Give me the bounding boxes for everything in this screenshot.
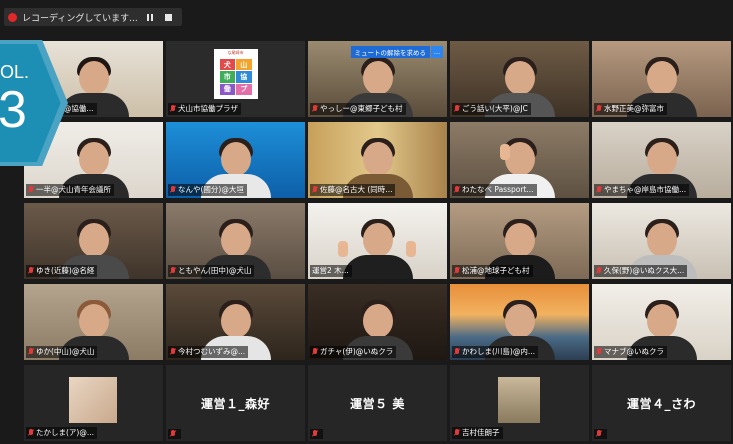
muted-mic-icon	[312, 186, 318, 194]
video-tile[interactable]: ミュートの解除を求める … やっしー@東郷子ども村	[308, 41, 447, 117]
profile-picture	[69, 377, 117, 423]
gallery-grid: とゃ(齋藤)@協働... な尾崎市 犬 山 市 協 働 プ 犬山市協働プラザ ミ…	[24, 41, 733, 444]
more-options-icon[interactable]: …	[431, 46, 443, 58]
video-tile[interactable]: 運営４_さわ	[592, 365, 731, 441]
participant-name-tag: 一半@犬山青年会議所	[26, 184, 114, 196]
profile-picture	[498, 377, 540, 423]
video-tile[interactable]: 松浦@地球子ども村	[450, 203, 589, 279]
video-tile[interactable]: ゆか(中山)@犬山	[24, 284, 163, 360]
video-tile[interactable]: かわしま(川島)@内...	[450, 284, 589, 360]
video-tile[interactable]: やまちゃ@岸島市協働...	[592, 122, 731, 198]
participant-name-placeholder: 運営５ 美	[350, 396, 405, 411]
stop-recording-button[interactable]	[162, 10, 176, 24]
participant-name-tag: ゆか(中山)@犬山	[26, 346, 98, 358]
video-tile[interactable]: マナブ@いぬクラ	[592, 284, 731, 360]
muted-mic-icon	[454, 267, 460, 275]
participant-name-tag: 佐藤@名古大 (同時...	[310, 184, 396, 196]
muted-mic-icon	[312, 430, 318, 438]
recording-dot-icon	[8, 12, 17, 22]
video-tile[interactable]: ごう話い(大平)@JC	[450, 41, 589, 117]
video-tile[interactable]: 運営１_森好	[166, 365, 305, 441]
participant-name-tag: 犬山市協働プラザ	[168, 103, 241, 115]
unmute-request-button[interactable]: ミュートの解除を求める …	[350, 46, 443, 58]
participant-name-tag: マナブ@いぬクラ	[594, 346, 667, 358]
muted-mic-icon	[170, 267, 176, 275]
muted-mic-icon	[312, 348, 318, 356]
video-tile[interactable]: たかしま(ア)@...	[24, 365, 163, 441]
participant-name-tag: ガチャ(伊)@いぬクラ	[310, 346, 397, 358]
participant-name-tag: 吉村佳朗子	[452, 427, 503, 439]
muted-mic-icon	[454, 348, 460, 356]
meeting-top-bar: レコーディングしています...	[0, 0, 733, 37]
participant-name-placeholder: 運営１_森好	[200, 396, 270, 411]
video-tile[interactable]: 運営５ 美	[308, 365, 447, 441]
muted-mic-icon	[454, 105, 460, 113]
muted-mic-icon	[28, 429, 34, 437]
participant-name-tag	[168, 429, 181, 439]
video-tile[interactable]: 今村つむいずみ@...	[166, 284, 305, 360]
participant-name-tag: やっしー@東郷子ども村	[310, 103, 406, 115]
video-tile[interactable]: なんや(國分)@大垣	[166, 122, 305, 198]
muted-mic-icon	[170, 105, 176, 113]
participant-name-tag: なんや(國分)@大垣	[168, 184, 247, 196]
muted-mic-icon	[596, 186, 602, 194]
recording-indicator: レコーディングしています...	[4, 8, 182, 26]
muted-mic-icon	[596, 348, 602, 356]
participant-name-tag: 運営2 木...	[310, 265, 352, 277]
stop-icon	[165, 13, 173, 21]
participant-name-tag: 今村つむいずみ@...	[168, 346, 249, 358]
video-tile[interactable]: な尾崎市 犬 山 市 協 働 プ 犬山市協働プラザ	[166, 41, 305, 117]
muted-mic-icon	[28, 267, 34, 275]
pause-recording-button[interactable]	[143, 10, 157, 24]
participant-name-tag: 久保(野)@いぬクス大...	[594, 265, 688, 277]
muted-mic-icon	[454, 429, 460, 437]
pause-icon	[146, 13, 153, 21]
participant-name-tag: たかしま(ア)@...	[26, 427, 98, 439]
participant-name-tag: ゆき(近藤)@名経	[26, 265, 98, 277]
muted-mic-icon	[454, 186, 460, 194]
muted-mic-icon	[170, 348, 176, 356]
participant-name-tag	[594, 429, 607, 439]
plaza-logo: な尾崎市 犬 山 市 協 働 プ	[213, 49, 258, 99]
muted-mic-icon	[596, 430, 602, 438]
video-tile[interactable]: 水野正美@弥富市	[592, 41, 731, 117]
participant-name-tag: わたなべ Passport...	[452, 184, 537, 196]
muted-mic-icon	[312, 105, 318, 113]
participant-name-placeholder: 運営４_さわ	[626, 396, 696, 411]
participant-name-tag: やまちゃ@岸島市協働...	[594, 184, 690, 196]
participant-name-tag: かわしま(川島)@内...	[452, 346, 539, 358]
muted-mic-icon	[596, 267, 602, 275]
video-tile[interactable]: ゆき(近藤)@名経	[24, 203, 163, 279]
participant-name-tag: 松浦@地球子ども村	[452, 265, 533, 277]
participant-name-tag: ともやん(田中)@犬山	[168, 265, 255, 277]
muted-mic-icon	[596, 105, 602, 113]
participant-name-tag: 水野正美@弥富市	[594, 103, 667, 115]
video-tile[interactable]: わたなべ Passport...	[450, 122, 589, 198]
video-tile[interactable]: 佐藤@名古大 (同時...	[308, 122, 447, 198]
muted-mic-icon	[170, 186, 176, 194]
muted-mic-icon	[28, 348, 34, 356]
recording-status-text: レコーディングしています...	[22, 13, 138, 24]
video-tile[interactable]: ガチャ(伊)@いぬクラ	[308, 284, 447, 360]
participant-name-tag	[310, 429, 323, 439]
volume-badge-number: 3	[0, 81, 27, 139]
muted-mic-icon	[28, 186, 34, 194]
video-tile[interactable]: 吉村佳朗子	[450, 365, 589, 441]
muted-mic-icon	[170, 430, 176, 438]
video-tile[interactable]: ともやん(田中)@犬山	[166, 203, 305, 279]
participant-name-tag: ごう話い(大平)@JC	[452, 103, 531, 115]
video-tile[interactable]: 久保(野)@いぬクス大...	[592, 203, 731, 279]
active-speaker-tile[interactable]: 運営2 木...	[308, 203, 447, 279]
